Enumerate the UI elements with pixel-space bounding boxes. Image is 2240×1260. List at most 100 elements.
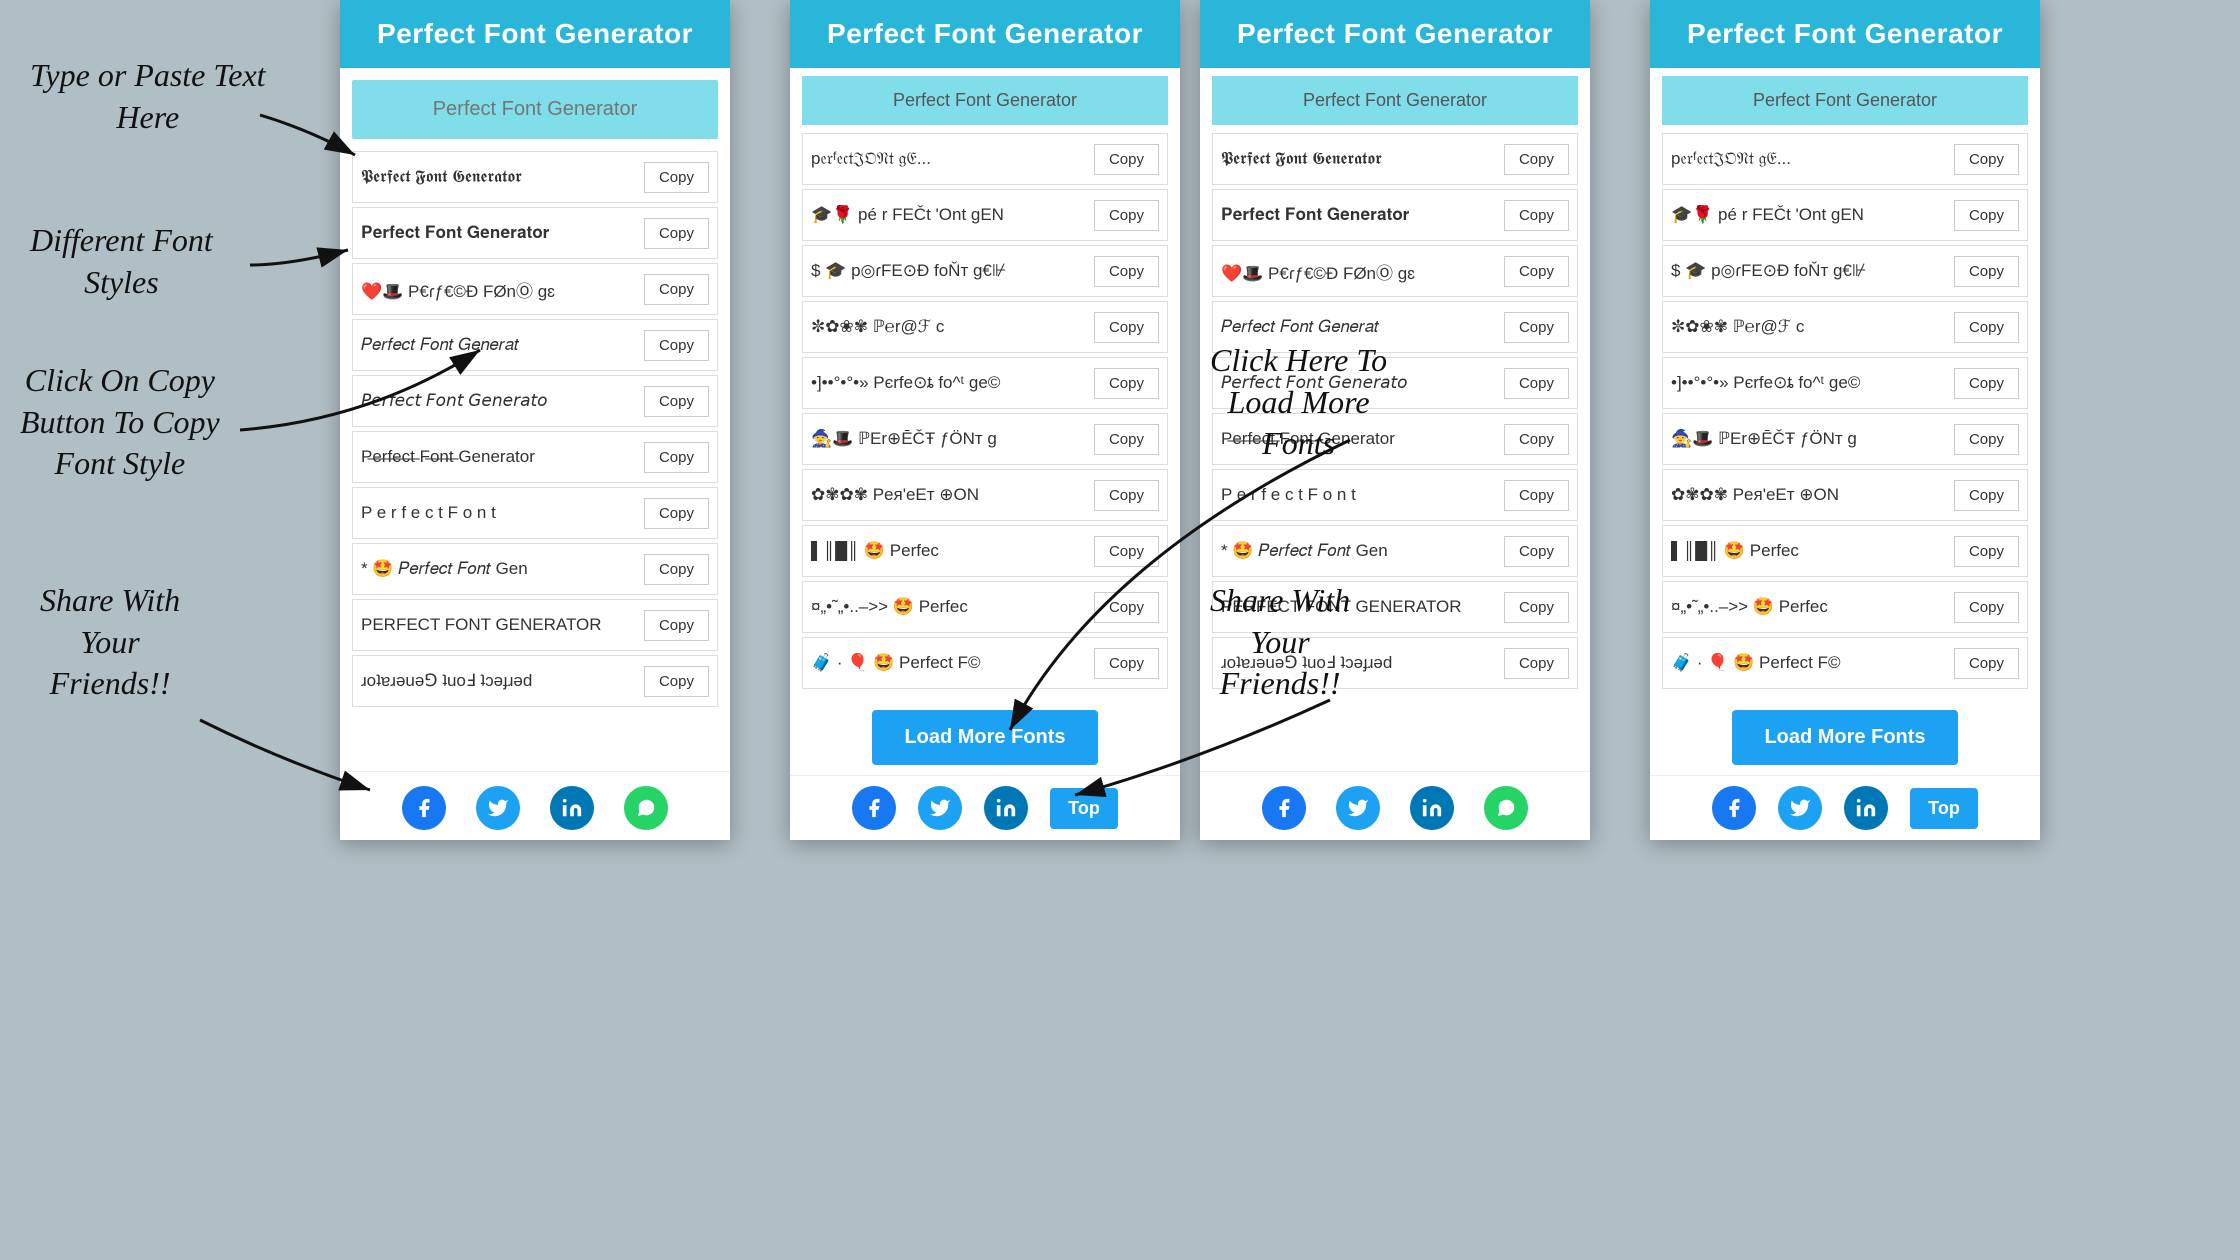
font-text: ✼✿❀✾ ℙ℮r@ℱ c [811, 317, 1088, 337]
copy-button[interactable]: Copy [644, 610, 709, 641]
copy-button[interactable]: Copy [1954, 480, 2019, 511]
copy-button[interactable]: Copy [644, 498, 709, 529]
font-text: 🎓🌹 pé r FEČt 'Ont gEN [1671, 205, 1948, 225]
font-text: p𝔢𝔯ᶠ𝔢𝔠𝔱𝔍𝔒𝔑𝔱 𝔤𝔈... [1671, 149, 1948, 169]
left-panel-title: Perfect Font Generator [356, 18, 714, 50]
copy-button[interactable]: Copy [1954, 536, 2019, 567]
font-text: 𝕻𝖊𝖗𝖋𝖊𝖈𝖙 𝕱𝖔𝖓𝖙 𝕲𝖊𝖓𝖊𝖗𝖆𝖙𝖔𝖗 [1221, 149, 1498, 169]
copy-button[interactable]: Copy [644, 218, 709, 249]
panel4-input: Perfect Font Generator [1662, 76, 2028, 125]
font-row: ✿✾✿✾ Pея'eΕт ⊕ON Copy [1662, 469, 2028, 521]
copy-button[interactable]: Copy [1954, 648, 2019, 679]
copy-button[interactable]: Copy [1504, 536, 1569, 567]
p3-facebook-icon[interactable] [1262, 786, 1306, 830]
right-twitter-icon[interactable] [918, 786, 962, 830]
copy-button[interactable]: Copy [1504, 592, 1569, 623]
copy-button[interactable]: Copy [1094, 648, 1159, 679]
font-row: ɹoʇɐɹǝuǝ⅁ ʇuoℲ ʇɔǝɟɹǝdCopy [352, 655, 718, 707]
social-bar-left [340, 771, 730, 840]
copy-button[interactable]: Copy [1504, 256, 1569, 287]
copy-button[interactable]: Copy [1094, 312, 1159, 343]
copy-button[interactable]: Copy [644, 386, 709, 417]
copy-button[interactable]: Copy [1954, 424, 2019, 455]
p4-linkedin-icon[interactable] [1844, 786, 1888, 830]
p4-facebook-icon[interactable] [1712, 786, 1756, 830]
copy-button[interactable]: Copy [1094, 256, 1159, 287]
copy-button[interactable]: Copy [1954, 256, 2019, 287]
font-text: 𝐏𝐞𝐫𝐟𝐞𝐜𝐭 𝐅𝐨𝐧𝐭 𝐆𝐞𝐧𝐞𝐫𝐚𝐭𝐨𝐫 [361, 223, 638, 243]
font-row: ▌║█║ 🤩 Perfec Copy [1662, 525, 2028, 577]
font-text: 🎓🌹 pé r FEČt 'Ont gEN [811, 205, 1088, 225]
copy-button[interactable]: Copy [644, 554, 709, 585]
p4-top-button[interactable]: Top [1910, 788, 1978, 829]
copy-button[interactable]: Copy [1094, 536, 1159, 567]
copy-button[interactable]: Copy [1504, 144, 1569, 175]
copy-button[interactable]: Copy [1504, 312, 1569, 343]
font-row: 🎓🌹 pé r FEČt 'Ont gEN Copy [1662, 189, 2028, 241]
font-text: •]••°•°•» Pєrfe⊙ȶ fo^ᵗ ge© [1671, 373, 1948, 393]
p3-whatsapp-icon[interactable] [1484, 786, 1528, 830]
p4-twitter-icon[interactable] [1778, 786, 1822, 830]
copy-button[interactable]: Copy [644, 666, 709, 697]
top-button[interactable]: Top [1050, 788, 1118, 829]
copy-button[interactable]: Copy [644, 162, 709, 193]
copy-button[interactable]: Copy [1954, 592, 2019, 623]
font-row: p𝔢𝔯ᶠ𝔢𝔠𝔱𝔍𝔒𝔑𝔱 𝔤𝔈... Copy [1662, 133, 2028, 185]
font-text: ✿✾✿✾ Pея'eΕт ⊕ON [1671, 485, 1948, 505]
copy-button[interactable]: Copy [1504, 480, 1569, 511]
whatsapp-icon[interactable] [624, 786, 668, 830]
font-row: P e r f e c t F o n tCopy [1212, 469, 1578, 521]
font-row: P̶e̶r̶f̶e̶c̶t̶ F̶o̶n̶t̶ GeneratorCopy [352, 431, 718, 483]
font-row: 𝕻𝖊𝖗𝖋𝖊𝖈𝖙 𝕱𝖔𝖓𝖙 𝕲𝖊𝖓𝖊𝖗𝖆𝖙𝖔𝖗 Copy [352, 151, 718, 203]
right-linkedin-icon[interactable] [984, 786, 1028, 830]
copy-button[interactable]: Copy [1094, 200, 1159, 231]
annotation-type-paste: Type or Paste TextHere [30, 55, 266, 138]
p3-linkedin-icon[interactable] [1410, 786, 1454, 830]
copy-button[interactable]: Copy [1954, 312, 2019, 343]
copy-button[interactable]: Copy [1504, 648, 1569, 679]
font-text: PERFECT FONT GENERATOR [361, 615, 638, 635]
font-row: ▌║█║ 🤩 PerfecCopy [802, 525, 1168, 577]
copy-button[interactable]: Copy [1504, 200, 1569, 231]
copy-button[interactable]: Copy [1504, 424, 1569, 455]
copy-button[interactable]: Copy [644, 442, 709, 473]
copy-button[interactable]: Copy [1954, 144, 2019, 175]
font-text: •]••°•°•» Pєrfe⊙ȶ fo^ᵗ ge© [811, 373, 1088, 393]
copy-button[interactable]: Copy [1094, 368, 1159, 399]
copy-button[interactable]: Copy [1954, 200, 2019, 231]
text-input-left[interactable] [352, 80, 718, 139]
annotation-click-copy: Click On CopyButton To CopyFont Style [20, 360, 220, 485]
copy-button[interactable]: Copy [644, 330, 709, 361]
font-row: PERFECT FONT GENERATOR Copy [352, 599, 718, 651]
font-text: 𝘗𝘦𝘳𝘧𝘦𝘤𝘵 𝘍𝘰𝘯𝘵 𝘎𝘦𝘯𝘦𝘳𝘢𝘵𝘰 [361, 391, 638, 411]
right-facebook-icon[interactable] [852, 786, 896, 830]
copy-button[interactable]: Copy [1094, 592, 1159, 623]
panel3-header: Perfect Font Generator [1200, 0, 1590, 68]
font-row: 𝑃𝑒𝑟𝑓𝑒𝑐𝑡 𝐹𝑜𝑛𝑡 𝐺𝑒𝑛𝑒𝑟𝑎𝑡Copy [352, 319, 718, 371]
twitter-icon[interactable] [476, 786, 520, 830]
p3-twitter-icon[interactable] [1336, 786, 1380, 830]
font-text: 🧙🎩 ℙEr⊕ĒČŦ ƒÖNт g [1671, 429, 1948, 449]
p4-load-more-button[interactable]: Load More Fonts [1732, 710, 1957, 765]
font-row: P e r f e c t F o n tCopy [352, 487, 718, 539]
copy-button[interactable]: Copy [1094, 424, 1159, 455]
font-row: ✼✿❀✾ ℙ℮r@ℱ cCopy [1662, 301, 2028, 353]
font-row: ¤„•˜„•..–>> 🤩 PerfecCopy [1662, 581, 2028, 633]
right-phone-panel: Perfect Font Generator Perfect Font Gene… [790, 0, 1180, 840]
copy-button[interactable]: Copy [644, 274, 709, 305]
font-text: 𝕻𝖊𝖗𝖋𝖊𝖈𝖙 𝕱𝖔𝖓𝖙 𝕲𝖊𝖓𝖊𝖗𝖆𝖙𝖔𝖗 [361, 167, 638, 187]
font-text: $ 🎓 p◎ɾFE⊙Ð foŇт ɡ€⊮ [1671, 261, 1948, 281]
font-text: ✿✾✿✾ Pея'eΕт ⊕ON [811, 485, 1088, 505]
copy-button[interactable]: Copy [1954, 368, 2019, 399]
copy-button[interactable]: Copy [1094, 144, 1159, 175]
annotation-diff-fonts: Different FontStyles [30, 220, 213, 303]
linkedin-icon[interactable] [550, 786, 594, 830]
copy-button[interactable]: Copy [1094, 480, 1159, 511]
load-more-button[interactable]: Load More Fonts [872, 710, 1097, 765]
font-text: ▌║█║ 🤩 Perfec [1671, 541, 1948, 561]
font-row: 🧙🎩 ℙEr⊕ĒČŦ ƒÖNт gCopy [802, 413, 1168, 465]
left-phone-panel: Perfect Font Generator 𝕻𝖊𝖗𝖋𝖊𝖈𝖙 𝕱𝖔𝖓𝖙 𝕲𝖊𝖓𝖊… [340, 0, 730, 840]
copy-button[interactable]: Copy [1504, 368, 1569, 399]
font-row: 𝘗𝘦𝘳𝘧𝘦𝘤𝘵 𝘍𝘰𝘯𝘵 𝘎𝘦𝘯𝘦𝘳𝘢𝘵𝘰 Copy [352, 375, 718, 427]
facebook-icon[interactable] [402, 786, 446, 830]
